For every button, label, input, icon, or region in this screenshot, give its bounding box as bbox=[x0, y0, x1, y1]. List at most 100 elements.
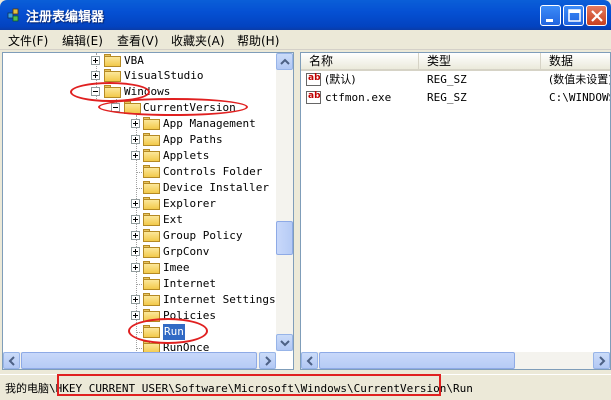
key-tree[interactable]: VBA VisualStudio Windows CurrentVersion … bbox=[2, 52, 294, 370]
tree-node-explorer[interactable]: Explorer bbox=[3, 196, 283, 212]
scroll-thumb[interactable] bbox=[319, 352, 515, 369]
expand-toggle[interactable] bbox=[131, 263, 140, 272]
tree-node-label: VBA bbox=[124, 54, 144, 67]
values-list[interactable]: 名称 类型 数据 ab (默认) REG_SZ (数值未设置) ab ctfmo… bbox=[300, 52, 611, 370]
column-header-data[interactable]: 数据 bbox=[541, 53, 610, 71]
tree-node-windows[interactable]: Windows bbox=[3, 84, 283, 100]
arrow-left-icon bbox=[306, 356, 313, 366]
tree-node-label: CurrentVersion bbox=[143, 101, 236, 114]
minimize-button[interactable] bbox=[540, 5, 561, 26]
tree-node-policies[interactable]: Policies bbox=[3, 308, 283, 324]
expand-toggle[interactable] bbox=[131, 215, 140, 224]
value-type: REG_SZ bbox=[427, 91, 467, 104]
collapse-toggle[interactable] bbox=[111, 103, 120, 112]
value-name: (默认) bbox=[325, 73, 356, 86]
list-row[interactable]: ab ctfmon.exe REG_SZ C:\WINDOWS\system32… bbox=[301, 90, 610, 106]
menu-file[interactable]: 文件(F) bbox=[8, 32, 48, 49]
scroll-left-button[interactable] bbox=[301, 352, 318, 369]
column-header-type[interactable]: 类型 bbox=[419, 53, 541, 71]
value-type: REG_SZ bbox=[427, 73, 467, 86]
folder-icon bbox=[143, 181, 160, 194]
collapse-toggle[interactable] bbox=[91, 87, 100, 96]
folder-icon bbox=[143, 293, 160, 306]
value-data: (数值未设置) bbox=[549, 73, 611, 86]
folder-icon bbox=[143, 325, 160, 338]
folder-icon bbox=[124, 101, 141, 114]
maximize-icon bbox=[568, 9, 581, 22]
tree-node-label: App Paths bbox=[163, 133, 223, 146]
expand-toggle[interactable] bbox=[131, 311, 140, 320]
value-data: C:\WINDOWS\system32\ctfmon.exe bbox=[549, 91, 610, 104]
tree-node-currentversion[interactable]: CurrentVersion bbox=[3, 100, 283, 116]
window-title: 注册表编辑器 bbox=[26, 10, 105, 25]
folder-icon bbox=[104, 85, 121, 98]
scroll-thumb[interactable] bbox=[21, 352, 257, 369]
scroll-right-button[interactable] bbox=[259, 352, 276, 369]
tree-node-label: Policies bbox=[163, 309, 216, 322]
expand-toggle[interactable] bbox=[131, 295, 140, 304]
tree-node-grpconv[interactable]: GrpConv bbox=[3, 244, 283, 260]
scroll-down-button[interactable] bbox=[276, 334, 293, 351]
expand-toggle[interactable] bbox=[91, 56, 100, 65]
tree-node-label: Internet bbox=[163, 277, 216, 290]
expand-toggle[interactable] bbox=[131, 231, 140, 240]
close-button[interactable] bbox=[586, 5, 607, 26]
menu-favorites[interactable]: 收藏夹(A) bbox=[171, 32, 225, 49]
column-header-name[interactable]: 名称 bbox=[301, 53, 419, 71]
tree-node-ext[interactable]: Ext bbox=[3, 212, 283, 228]
tree-node-app-management[interactable]: App Management bbox=[3, 116, 283, 132]
scroll-up-button[interactable] bbox=[276, 53, 293, 70]
tree-node-group-policy[interactable]: Group Policy bbox=[3, 228, 283, 244]
list-row[interactable]: ab (默认) REG_SZ (数值未设置) bbox=[301, 72, 611, 88]
expand-toggle[interactable] bbox=[131, 135, 140, 144]
folder-icon bbox=[143, 133, 160, 146]
scroll-right-button[interactable] bbox=[593, 352, 610, 369]
tree-node-imee[interactable]: Imee bbox=[3, 260, 283, 276]
tree-node-applets[interactable]: Applets bbox=[3, 148, 283, 164]
arrow-up-icon bbox=[280, 58, 290, 65]
tree-node-run[interactable]: Run bbox=[3, 324, 283, 340]
status-path: 我的电脑\HKEY_CURRENT_USER\Software\Microsof… bbox=[5, 380, 473, 396]
tree-node-internet-settings[interactable]: Internet Settings bbox=[3, 292, 283, 308]
tree-node-device-installer[interactable]: Device Installer bbox=[3, 180, 283, 196]
tree-node-controls-folder[interactable]: Controls Folder bbox=[3, 164, 283, 180]
close-icon bbox=[591, 10, 603, 22]
tree-horizontal-scrollbar[interactable] bbox=[3, 352, 276, 369]
tree-node-app-paths[interactable]: App Paths bbox=[3, 132, 283, 148]
tree-node-label: GrpConv bbox=[163, 245, 210, 258]
tree-node-label: Applets bbox=[163, 149, 210, 162]
tree-node-label: Ext bbox=[163, 213, 183, 226]
tree-node-vba[interactable]: VBA bbox=[3, 53, 283, 69]
tree-node-visualstudio[interactable]: VisualStudio bbox=[3, 68, 283, 84]
value-name: ctfmon.exe bbox=[325, 91, 392, 104]
expand-toggle[interactable] bbox=[131, 199, 140, 208]
expand-toggle[interactable] bbox=[131, 151, 140, 160]
title-bar[interactable]: 注册表编辑器 bbox=[0, 0, 611, 30]
folder-icon bbox=[104, 54, 121, 67]
expand-toggle[interactable] bbox=[131, 119, 140, 128]
tree-node-label: VisualStudio bbox=[124, 69, 204, 82]
maximize-button[interactable] bbox=[563, 5, 584, 26]
scroll-thumb[interactable] bbox=[276, 221, 293, 255]
arrow-down-icon bbox=[280, 340, 290, 347]
tree-node-internet[interactable]: Internet bbox=[3, 276, 283, 292]
tree-node-label: App Management bbox=[163, 117, 256, 130]
menu-help[interactable]: 帮助(H) bbox=[237, 32, 279, 49]
scroll-left-button[interactable] bbox=[3, 352, 20, 369]
menu-view[interactable]: 查看(V) bbox=[117, 32, 159, 49]
status-computer: 我的电脑 bbox=[5, 382, 49, 395]
tree-vertical-scrollbar[interactable] bbox=[276, 53, 293, 351]
folder-icon bbox=[143, 229, 160, 242]
list-horizontal-scrollbar[interactable] bbox=[301, 352, 610, 369]
folder-icon bbox=[143, 149, 160, 162]
menu-edit[interactable]: 编辑(E) bbox=[62, 32, 103, 49]
expand-toggle[interactable] bbox=[91, 71, 100, 80]
tree-node-label: Explorer bbox=[163, 197, 216, 210]
tree-node-label: Windows bbox=[124, 85, 171, 98]
tree-node-label-selected: Run bbox=[163, 324, 185, 340]
tree-node-label: Imee bbox=[163, 261, 190, 274]
tree-node-label: Controls Folder bbox=[163, 165, 263, 178]
expand-toggle[interactable] bbox=[131, 247, 140, 256]
arrow-right-icon bbox=[599, 356, 606, 366]
minimize-icon bbox=[546, 19, 553, 22]
